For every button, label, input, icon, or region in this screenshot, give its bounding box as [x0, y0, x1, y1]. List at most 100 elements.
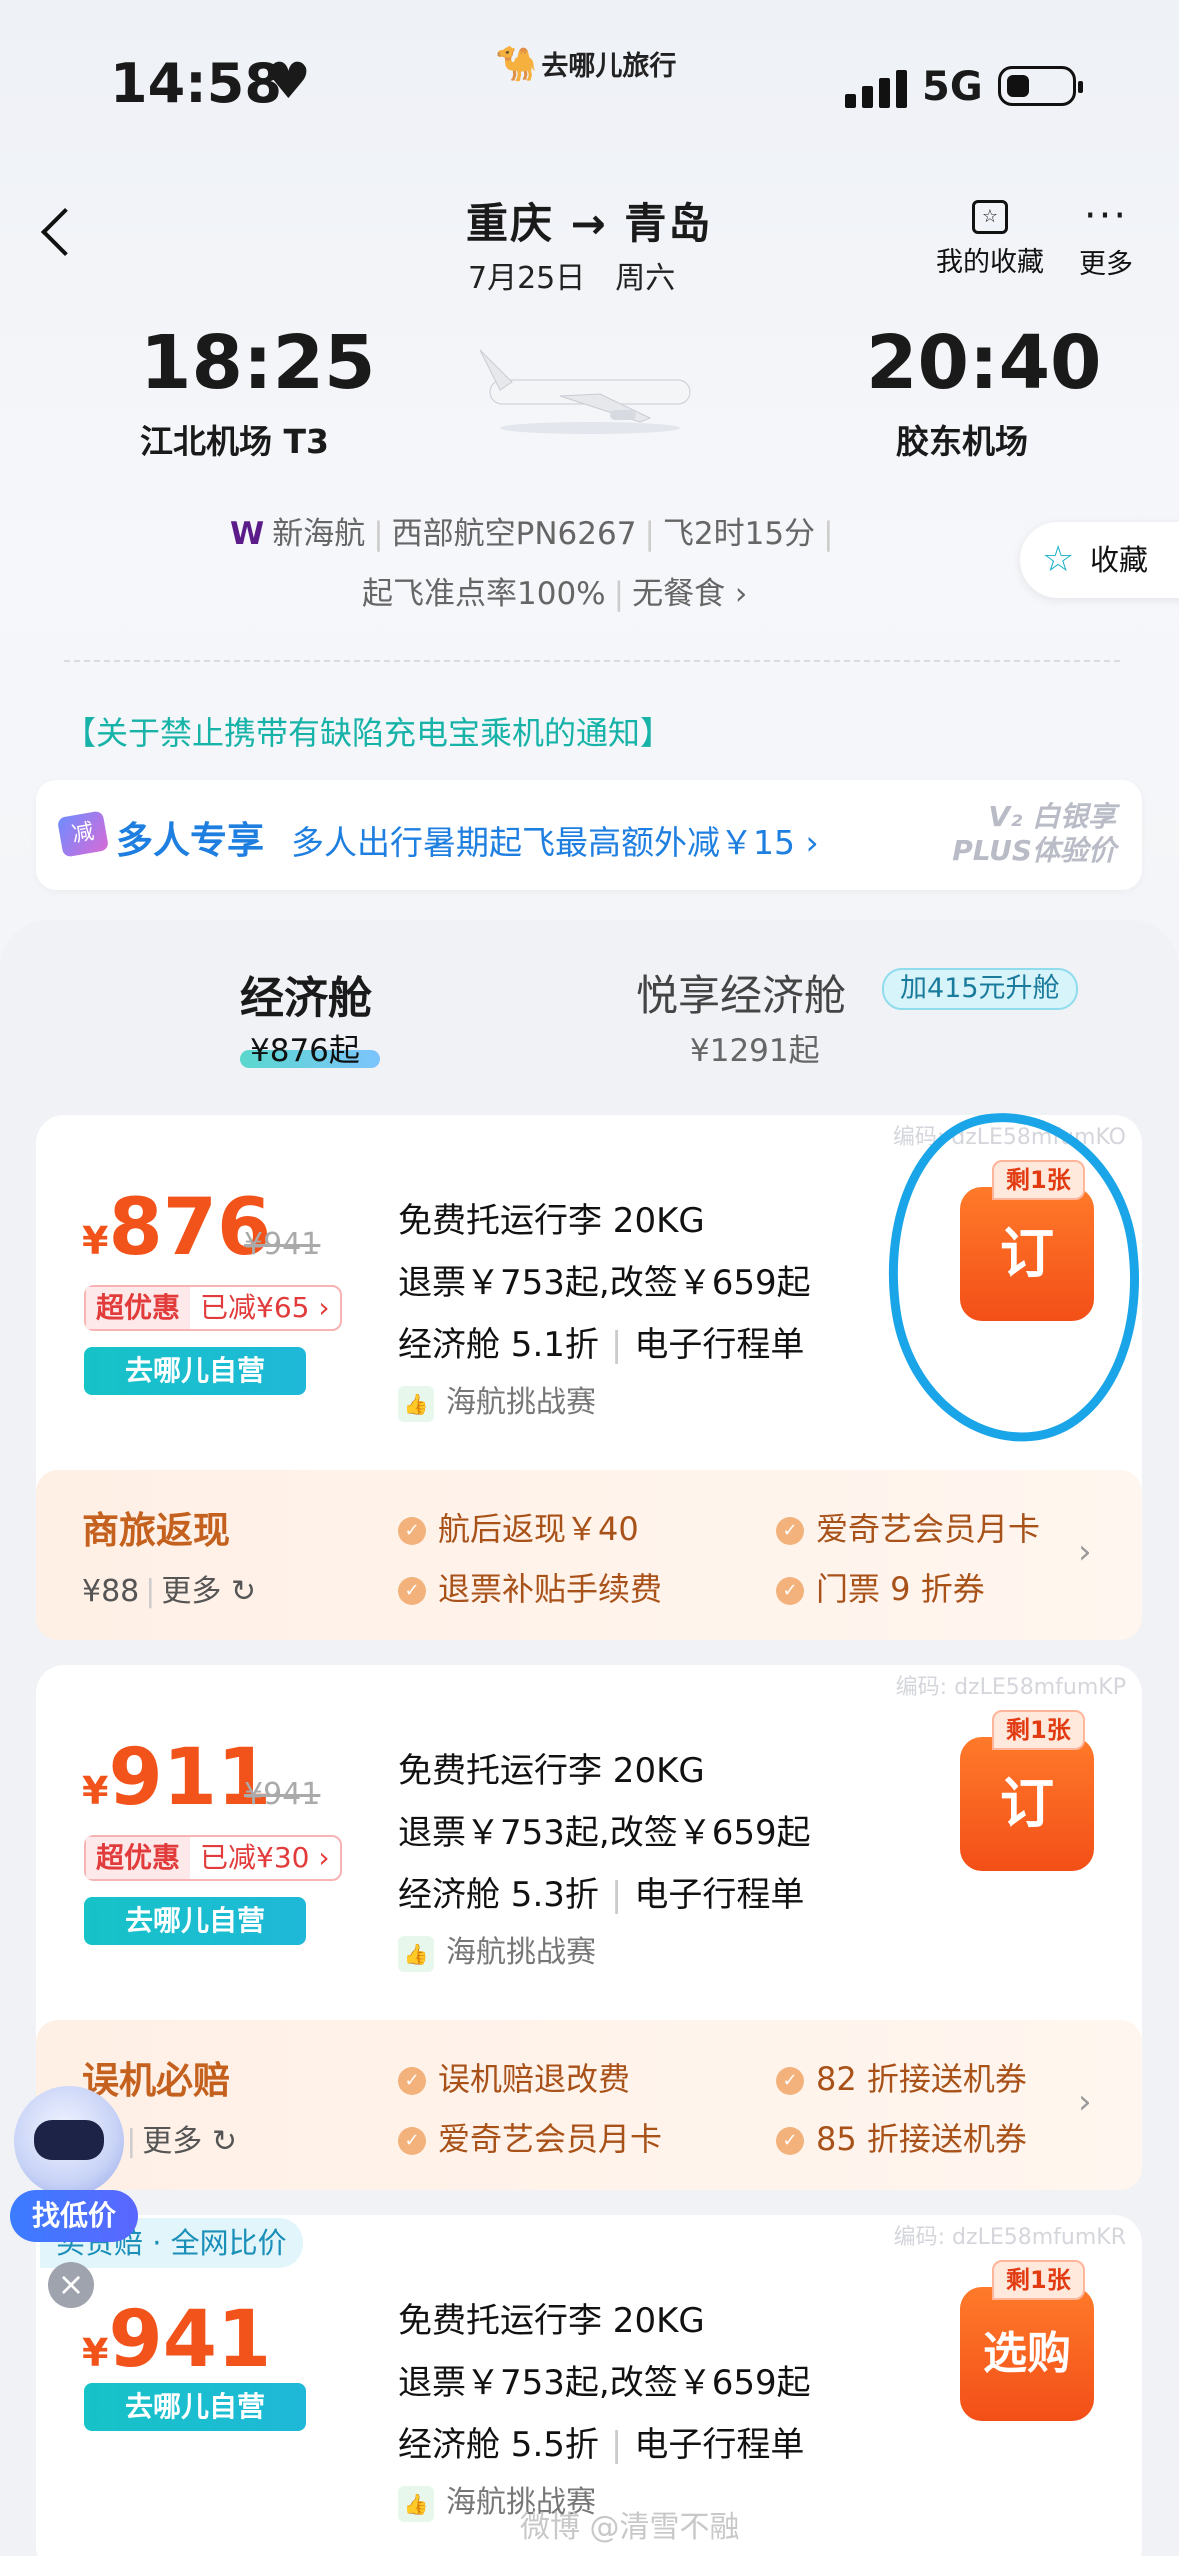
app-logo: 🐪 去哪儿旅行: [495, 44, 676, 84]
airline-logo-icon: W: [230, 516, 265, 552]
collect-label: 收藏: [1090, 543, 1149, 577]
vip-badge: V₂ 白银享 PLUS体验价: [952, 800, 1116, 867]
check-icon: ✓: [776, 1517, 804, 1545]
fare-price: ¥911 ¥941: [82, 1733, 321, 1823]
airplane-icon: [479, 349, 691, 434]
self-operated-badge: 去哪儿自营: [84, 2383, 306, 2431]
bonus-item: ✓ 门票 9 折券: [776, 1564, 985, 1610]
tab-economy-price: ¥876起: [250, 1033, 360, 1069]
tab-premium-economy[interactable]: 悦享经济舱: [636, 962, 846, 1023]
check-icon: ✓: [776, 2127, 804, 2155]
airline-name: 新海航: [272, 516, 366, 552]
route-title: 重庆 → 青岛: [466, 199, 713, 248]
old-price: ¥941: [244, 1777, 321, 1812]
deal-badge[interactable]: 超优惠 已减¥30 ›: [84, 1835, 342, 1881]
remaining-badge: 剩1张: [992, 1710, 1085, 1750]
bonus-title: 误机必赔: [82, 2059, 230, 2102]
cabin-info: 经济舱 5.5折 | 电子行程单: [398, 2425, 805, 2465]
discount-badge-icon: 减: [56, 810, 110, 858]
bonus-title: 商旅返现: [82, 1509, 230, 1552]
fare-price: ¥876 ¥941: [82, 1183, 321, 1273]
remaining-badge: 剩1张: [992, 2260, 1085, 2300]
bonus-sub[interactable]: ¥88 | 更多 ↻: [82, 1566, 256, 1610]
departure-time: 18:25: [140, 320, 376, 406]
collect-button[interactable]: ☆ 收藏: [1020, 522, 1179, 598]
bonus-item: ✓ 85 折接送机券: [776, 2114, 1027, 2160]
heart-icon: ♥: [266, 52, 311, 110]
check-icon: ✓: [398, 2127, 426, 2155]
camel-icon: 🐪: [495, 44, 538, 84]
upgrade-tag: 加415元升舱: [882, 968, 1078, 1010]
baggage-info: 免费托运行李 20KG: [398, 1201, 705, 1241]
more-icon: ···: [1083, 193, 1129, 239]
cabin-info: 经济舱 5.1折 | 电子行程单: [398, 1325, 805, 1365]
divider: [64, 660, 1120, 662]
fare-code: 编码: dzLE58mfumKR: [893, 2225, 1126, 2250]
notice-link[interactable]: 【关于禁止携带有缺陷充电宝乘机的通知】: [64, 708, 672, 754]
thumbs-up-icon: 👍: [398, 1385, 434, 1422]
promo-text: 多人出行暑期起飞最高额外减￥15 ›: [291, 823, 819, 862]
network-type: 5G: [922, 64, 983, 110]
flight-date: 7月25日 周六: [468, 261, 676, 296]
arrival-time: 20:40: [866, 320, 1102, 406]
bonus-item: ✓ 航后返现￥40: [398, 1504, 639, 1550]
tab-economy[interactable]: 经济舱: [240, 962, 372, 1026]
flight-info-row-2[interactable]: 起飞准点率100% | 无餐食 ›: [362, 568, 747, 613]
find-low-price-button[interactable]: 找低价: [10, 2190, 138, 2242]
promo-banner[interactable]: 减 多人专享 多人出行暑期起飞最高额外减￥15 › V₂ 白银享 PLUS体验价: [36, 780, 1142, 890]
check-icon: ✓: [398, 2067, 426, 2095]
more-label: 更多: [1079, 249, 1133, 280]
self-operated-badge: 去哪儿自营: [84, 1347, 306, 1395]
favorites-icon: ☆: [972, 200, 1008, 234]
refund-info: 退票￥753起,改签￥659起: [398, 1813, 811, 1853]
fare-code: 编码: dzLE58mfumKP: [895, 1675, 1126, 1700]
bonus-item: ✓ 爱奇艺会员月卡: [398, 2114, 662, 2160]
refund-info: 退票￥753起,改签￥659起: [398, 2363, 811, 2403]
departure-airport: 江北机场 T3: [140, 422, 329, 461]
flight-info-row: W 新海航 | 西部航空PN6267 | 飞2时15分 |: [230, 516, 834, 552]
signal-icon: [845, 68, 907, 108]
meal-info: 无餐食: [632, 576, 726, 612]
check-icon: ✓: [776, 1577, 804, 1605]
bonus-item: ✓ 退票补贴手续费: [398, 1564, 662, 1610]
check-icon: ✓: [398, 1577, 426, 1605]
close-icon[interactable]: ×: [48, 2262, 94, 2308]
check-icon: ✓: [398, 1517, 426, 1545]
fare-price: ¥941: [82, 2295, 272, 2385]
flight-number: 西部航空PN6267: [391, 516, 637, 552]
baggage-info: 免费托运行李 20KG: [398, 2301, 705, 2341]
cabin-info: 经济舱 5.3折 | 电子行程单: [398, 1875, 805, 1915]
promo-tag: 👍 海航挑战赛: [398, 1927, 596, 1972]
watermark: 微博 @清雪不融: [520, 2510, 740, 2545]
bonus-section[interactable]: 误机必赔 ¥4|更多 ↻ ✓误机赔退改费 ✓82 折接送机券 ✓爱奇艺会员月卡 …: [36, 2020, 1142, 2190]
check-icon: ✓: [776, 2067, 804, 2095]
deal-badge[interactable]: 超优惠 已减¥65 ›: [84, 1285, 342, 1331]
book-button[interactable]: 订: [960, 1737, 1094, 1871]
bonus-item: ✓ 82 折接送机券: [776, 2054, 1027, 2100]
my-favorites-button[interactable]: ☆ 我的收藏: [930, 200, 1050, 279]
buy-button[interactable]: 选购: [960, 2287, 1094, 2421]
on-time-rate: 起飞准点率100%: [362, 576, 606, 612]
promo-title: 多人专享: [116, 819, 264, 862]
bonus-section[interactable]: 商旅返现 ¥88 | 更多 ↻ ✓ 航后返现￥40 ✓ 爱奇艺会员月卡 ✓ 退票补贴手续费…: [36, 1470, 1142, 1640]
app-name: 去哪儿旅行: [541, 51, 677, 82]
baggage-info: 免费托运行李 20KG: [398, 1751, 705, 1791]
bonus-item: ✓ 爱奇艺会员月卡: [776, 1504, 1040, 1550]
more-button[interactable]: ··· 更多: [1070, 193, 1142, 281]
arrival-airport: 胶东机场: [896, 422, 1028, 461]
bonus-item: ✓ 误机赔退改费: [398, 2054, 630, 2100]
tab-premium-price: ¥1291起: [690, 1033, 820, 1069]
status-time: 14:58: [110, 52, 282, 115]
thumbs-up-icon: 👍: [398, 1935, 434, 1972]
fare-card[interactable]: 编码: dzLE58mfumKP ¥911 ¥941 超优惠 已减¥30 › 去哪儿…: [36, 1665, 1142, 2190]
flight-duration: 飞2时15分: [662, 516, 816, 552]
promo-tag: 👍 海航挑战赛: [398, 1377, 596, 1422]
chevron-right-icon[interactable]: ›: [1078, 2082, 1092, 2122]
robot-assistant-icon[interactable]: [14, 2086, 124, 2196]
old-price: ¥941: [244, 1227, 321, 1262]
chevron-right-icon: ›: [725, 576, 748, 612]
chevron-right-icon[interactable]: ›: [1078, 1532, 1092, 1572]
thumbs-up-icon: 👍: [398, 2485, 434, 2522]
battery-icon: [998, 66, 1083, 106]
refund-info: 退票￥753起,改签￥659起: [398, 1263, 811, 1303]
